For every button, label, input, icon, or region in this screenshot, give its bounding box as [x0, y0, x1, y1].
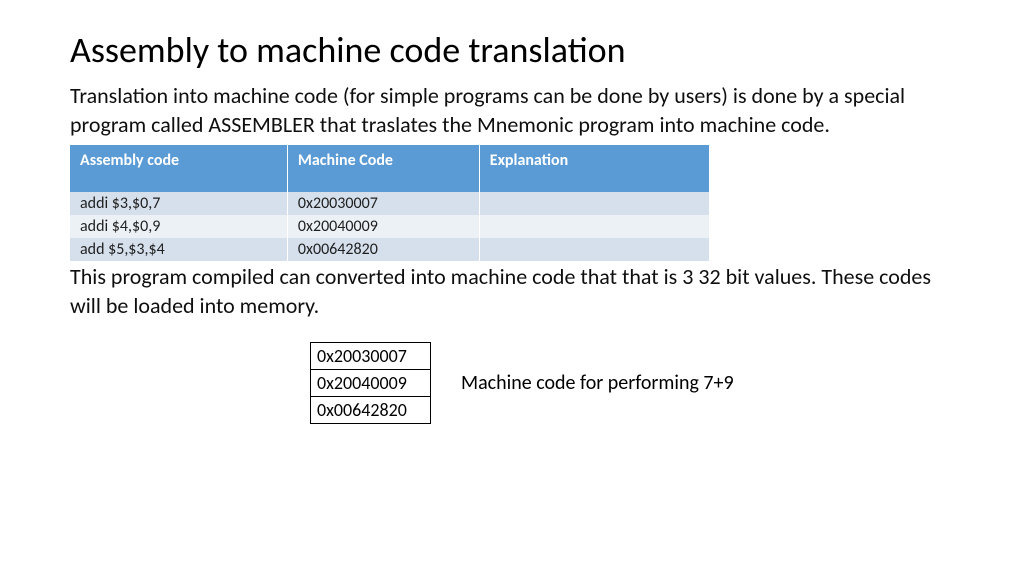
cell-assembly: add $5,$3,$4 — [70, 238, 287, 261]
cell-explain — [479, 192, 709, 215]
cell-explain — [479, 215, 709, 238]
table-row: addi $4,$0,9 0x20040009 — [70, 215, 710, 238]
header-explain: Explanation — [479, 145, 709, 192]
mcode-cell: 0x00642820 — [311, 397, 431, 424]
table-row: add $5,$3,$4 0x00642820 — [70, 238, 710, 261]
machine-code-label: Machine code for performing 7+9 — [461, 371, 734, 395]
machine-code-table: 0x20030007 0x20040009 0x00642820 — [310, 342, 431, 424]
cell-machine: 0x00642820 — [287, 238, 479, 261]
cell-assembly: addi $3,$0,7 — [70, 192, 287, 215]
intro-paragraph: Translation into machine code (for simpl… — [70, 82, 954, 139]
slide-title: Assembly to machine code translation — [70, 28, 954, 72]
cell-machine: 0x20040009 — [287, 215, 479, 238]
header-machine: Machine Code — [287, 145, 479, 192]
cell-machine: 0x20030007 — [287, 192, 479, 215]
translation-table: Assembly code Machine Code Explanation a… — [70, 145, 710, 261]
outro-paragraph: This program compiled can converted into… — [70, 263, 954, 320]
table-row: addi $3,$0,7 0x20030007 — [70, 192, 710, 215]
mcode-cell: 0x20040009 — [311, 370, 431, 397]
cell-assembly: addi $4,$0,9 — [70, 215, 287, 238]
cell-explain — [479, 238, 709, 261]
mcode-cell: 0x20030007 — [311, 343, 431, 370]
header-assembly: Assembly code — [70, 145, 287, 192]
